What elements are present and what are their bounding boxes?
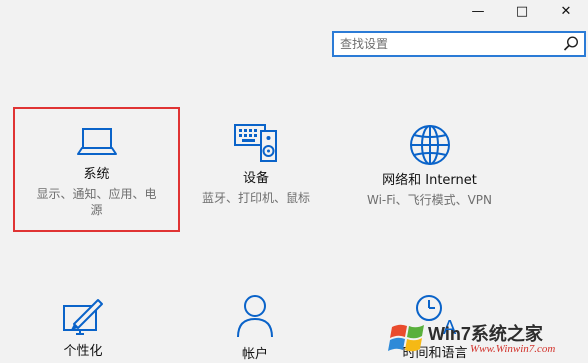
tile-devices[interactable]: 设备 蓝牙、打印机、鼠标 bbox=[185, 123, 327, 206]
devices-icon bbox=[234, 124, 277, 162]
search-icon[interactable] bbox=[562, 35, 580, 53]
maximize-button[interactable]: □ bbox=[500, 0, 544, 22]
tile-system-desc-line2: 源 bbox=[90, 203, 103, 217]
search-box[interactable] bbox=[332, 31, 586, 57]
tile-personalization-title: 个性化 bbox=[63, 344, 103, 359]
laptop-icon bbox=[76, 128, 117, 155]
tile-accounts-title: 帐户 bbox=[241, 347, 268, 362]
watermark-domain: Www.Winwin7.com bbox=[470, 343, 556, 355]
window-controls: — □ ✕ bbox=[456, 0, 588, 22]
tile-system-desc-line1: 显示、通知、应用、电 bbox=[36, 187, 157, 201]
tile-personalization[interactable]: 个性化 bbox=[13, 296, 153, 360]
search-input[interactable] bbox=[334, 33, 560, 55]
windows-logo-icon bbox=[388, 324, 424, 352]
account-icon bbox=[237, 295, 273, 338]
tile-system-title: 系统 bbox=[83, 167, 110, 182]
minimize-button[interactable]: — bbox=[456, 0, 500, 22]
personalization-icon bbox=[63, 299, 103, 335]
tile-system[interactable]: 系统 显示、通知、应用、电 源 bbox=[13, 123, 180, 218]
tile-network-desc: Wi-Fi、飞行模式、VPN bbox=[366, 193, 493, 207]
globe-icon bbox=[409, 125, 450, 165]
tile-devices-title: 设备 bbox=[242, 171, 269, 186]
close-button[interactable]: ✕ bbox=[544, 0, 588, 22]
tile-network-title: 网络和 Internet bbox=[382, 173, 477, 188]
tile-system-desc: 显示、通知、应用、电 源 bbox=[13, 186, 180, 218]
tile-accounts[interactable]: 帐户 bbox=[207, 293, 303, 363]
tile-devices-desc: 蓝牙、打印机、鼠标 bbox=[201, 191, 310, 205]
site-watermark: Win7系统之家 Www.Winwin7.com bbox=[388, 314, 584, 362]
tile-network[interactable]: 网络和 Internet Wi-Fi、飞行模式、VPN bbox=[352, 123, 507, 208]
